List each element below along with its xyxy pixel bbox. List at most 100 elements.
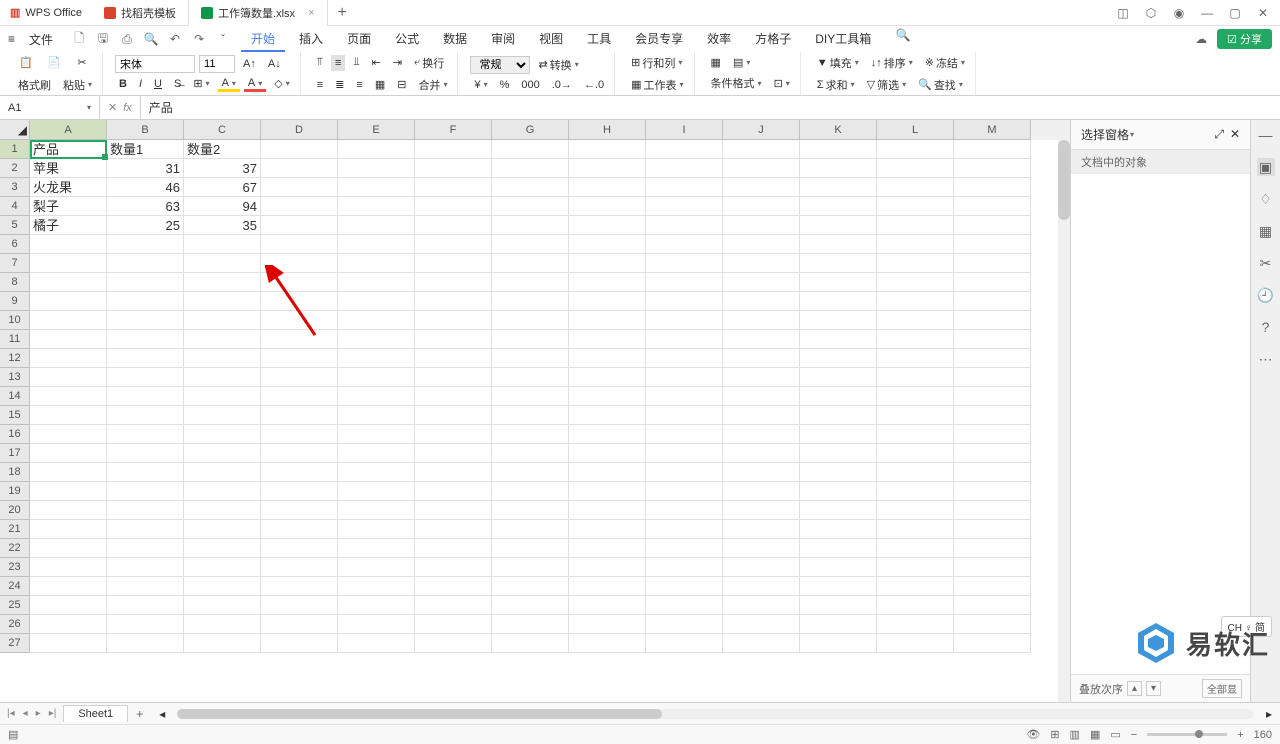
add-sheet-button[interactable]: + xyxy=(128,707,151,721)
cell[interactable] xyxy=(800,482,877,501)
cell[interactable] xyxy=(877,577,954,596)
cell[interactable] xyxy=(184,596,261,615)
cell[interactable] xyxy=(800,596,877,615)
cell[interactable] xyxy=(338,368,415,387)
paste-label[interactable]: 粘贴▾ xyxy=(59,75,96,95)
search-menu-icon[interactable]: 🔍 xyxy=(895,27,911,43)
cell[interactable] xyxy=(338,463,415,482)
cell[interactable] xyxy=(415,197,492,216)
row-header[interactable]: 12 xyxy=(0,349,30,368)
row-header[interactable]: 4 xyxy=(0,197,30,216)
cell[interactable] xyxy=(30,558,107,577)
col-header-I[interactable]: I xyxy=(646,120,723,140)
clear-format-button[interactable]: ◇▾ xyxy=(270,75,293,92)
cell[interactable] xyxy=(261,368,338,387)
more-icon[interactable]: ˇ xyxy=(215,31,231,47)
outdent-icon[interactable]: ⇤ xyxy=(368,54,385,71)
cell[interactable] xyxy=(30,539,107,558)
cell[interactable] xyxy=(492,558,569,577)
cell[interactable] xyxy=(800,577,877,596)
cell[interactable] xyxy=(492,463,569,482)
cell[interactable] xyxy=(569,235,646,254)
cell[interactable] xyxy=(569,254,646,273)
cell[interactable] xyxy=(107,406,184,425)
cell[interactable] xyxy=(261,520,338,539)
cell[interactable] xyxy=(646,444,723,463)
user-icon[interactable]: ◉ xyxy=(1172,6,1186,20)
strikethrough-button[interactable]: S̶ xyxy=(170,76,185,92)
tab-member[interactable]: 会员专享 xyxy=(625,27,693,52)
cell[interactable] xyxy=(261,425,338,444)
zoom-out-icon[interactable]: − xyxy=(1131,729,1137,741)
cell[interactable] xyxy=(184,387,261,406)
cell[interactable] xyxy=(877,520,954,539)
cell[interactable] xyxy=(184,425,261,444)
cell[interactable] xyxy=(954,558,1031,577)
cell[interactable] xyxy=(954,292,1031,311)
select-all-corner[interactable]: ◢ xyxy=(0,120,30,140)
cell[interactable] xyxy=(954,311,1031,330)
cell[interactable] xyxy=(646,235,723,254)
cell[interactable] xyxy=(415,463,492,482)
cell[interactable] xyxy=(415,216,492,235)
cell[interactable] xyxy=(107,444,184,463)
cell[interactable] xyxy=(107,463,184,482)
merge-button[interactable]: 合并▾ xyxy=(414,75,451,95)
cell[interactable] xyxy=(954,254,1031,273)
eye-icon[interactable]: 👁 xyxy=(1026,728,1040,741)
cell[interactable] xyxy=(415,178,492,197)
align-center-icon[interactable]: ≣ xyxy=(331,76,348,93)
cell[interactable] xyxy=(877,463,954,482)
row-header[interactable]: 3 xyxy=(0,178,30,197)
cell[interactable] xyxy=(184,368,261,387)
row-header[interactable]: 8 xyxy=(0,273,30,292)
cell[interactable] xyxy=(492,539,569,558)
cell[interactable] xyxy=(107,425,184,444)
hscroll-thumb[interactable] xyxy=(177,709,662,719)
tab-insert[interactable]: 插入 xyxy=(289,27,333,52)
cell[interactable] xyxy=(800,311,877,330)
cell[interactable] xyxy=(646,539,723,558)
cell[interactable] xyxy=(954,178,1031,197)
cell[interactable] xyxy=(338,501,415,520)
cell[interactable] xyxy=(723,463,800,482)
cell[interactable] xyxy=(107,349,184,368)
cell[interactable] xyxy=(492,444,569,463)
highlight-button[interactable]: A▾ xyxy=(218,75,240,92)
first-sheet-icon[interactable]: |◂ xyxy=(4,708,18,719)
cut-button[interactable]: ✂ xyxy=(70,53,94,73)
row-header[interactable]: 27 xyxy=(0,634,30,653)
col-header-E[interactable]: E xyxy=(338,120,415,140)
cell[interactable] xyxy=(877,406,954,425)
cell[interactable] xyxy=(415,330,492,349)
cell[interactable] xyxy=(30,596,107,615)
cell[interactable] xyxy=(261,235,338,254)
cell[interactable] xyxy=(646,577,723,596)
cell[interactable] xyxy=(646,178,723,197)
cell[interactable] xyxy=(800,387,877,406)
cell[interactable] xyxy=(723,482,800,501)
cell[interactable] xyxy=(877,330,954,349)
cell[interactable] xyxy=(415,444,492,463)
cell[interactable] xyxy=(877,349,954,368)
cell[interactable] xyxy=(415,482,492,501)
cell[interactable] xyxy=(569,216,646,235)
style-icon[interactable]: ♢ xyxy=(1257,190,1275,208)
cell[interactable] xyxy=(184,615,261,634)
share-button[interactable]: ☑ 分享 xyxy=(1217,29,1272,49)
row-header[interactable]: 6 xyxy=(0,235,30,254)
format-painter-button[interactable]: 格式刷 xyxy=(14,75,55,95)
cell[interactable] xyxy=(723,406,800,425)
cell[interactable] xyxy=(492,577,569,596)
cell[interactable] xyxy=(107,254,184,273)
cell[interactable] xyxy=(569,596,646,615)
cell[interactable] xyxy=(954,349,1031,368)
app-icon-1[interactable]: ◫ xyxy=(1116,6,1130,20)
cell[interactable] xyxy=(415,634,492,653)
cell[interactable] xyxy=(338,197,415,216)
cell[interactable] xyxy=(184,577,261,596)
cell[interactable] xyxy=(646,615,723,634)
cell[interactable] xyxy=(492,197,569,216)
cell[interactable] xyxy=(800,235,877,254)
col-header-A[interactable]: A xyxy=(30,120,107,140)
